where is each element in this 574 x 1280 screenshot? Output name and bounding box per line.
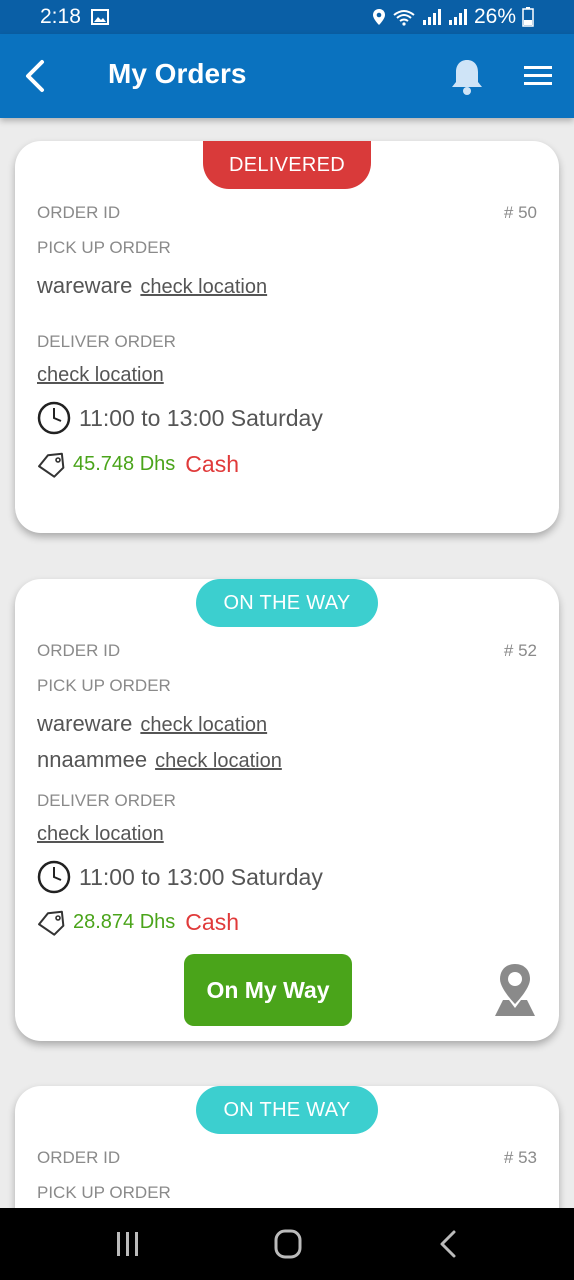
hamburger-icon[interactable] — [522, 60, 554, 92]
pickup-label: PICK UP ORDER — [37, 676, 171, 695]
order-card[interactable]: ON THE WAY ORDER ID # 52 PICK UP ORDER w… — [15, 579, 559, 1041]
check-location-link[interactable]: check location — [155, 750, 282, 773]
payment-method: Cash — [185, 909, 239, 935]
order-id-label: ORDER ID — [37, 1148, 121, 1167]
status-badge: ON THE WAY — [196, 1086, 378, 1134]
signal-icon — [422, 9, 441, 25]
price: 45.748 Dhs — [73, 453, 176, 475]
back-nav-icon[interactable] — [430, 1228, 470, 1260]
delivery-time: 11:00 to 13:00 Saturday — [79, 863, 323, 890]
pickup-name: nnaammee — [37, 747, 148, 772]
deliver-label: DELIVER ORDER — [37, 332, 176, 351]
page-title: My Orders — [108, 58, 247, 89]
signal-icon-2 — [448, 9, 467, 25]
price-tag-icon — [38, 910, 65, 936]
status-time: 2:18 — [40, 5, 81, 28]
deliver-label: DELIVER ORDER — [37, 791, 176, 810]
pickup-row: wareware check location — [37, 273, 267, 299]
image-notification-icon — [90, 9, 109, 25]
deliver-row: check location — [37, 823, 164, 846]
clock-icon — [37, 860, 71, 894]
app-bar: My Orders — [0, 34, 574, 118]
order-card[interactable]: ON THE WAY ORDER ID # 53 PICK UP ORDER — [15, 1086, 559, 1208]
status-bar: 2:18 26% — [0, 0, 574, 34]
status-badge: ON THE WAY — [196, 579, 378, 627]
time-row: 11:00 to 13:00 Saturday — [37, 401, 323, 435]
pickup-label: PICK UP ORDER — [37, 238, 171, 257]
back-icon[interactable] — [18, 56, 52, 96]
check-location-link[interactable]: check location — [140, 714, 267, 737]
battery-icon — [522, 7, 534, 27]
check-location-link[interactable]: check location — [37, 823, 164, 846]
bell-icon[interactable] — [448, 56, 486, 96]
check-location-link[interactable]: check location — [37, 364, 164, 387]
time-row: 11:00 to 13:00 Saturday — [37, 860, 323, 894]
pickup-name: wareware — [37, 711, 133, 736]
payment-method: Cash — [185, 451, 239, 477]
order-id-label: ORDER ID — [37, 203, 121, 222]
delivery-time: 11:00 to 13:00 Saturday — [79, 404, 323, 431]
order-card[interactable]: DELIVERED ORDER ID # 50 PICK UP ORDER wa… — [15, 141, 559, 533]
orders-list[interactable]: DELIVERED ORDER ID # 50 PICK UP ORDER wa… — [0, 118, 574, 1208]
pickup-label: PICK UP ORDER — [37, 1183, 171, 1202]
order-id-value: # 50 — [503, 203, 537, 222]
price-row: 28.874 Dhs Cash — [37, 909, 239, 936]
map-pin-icon[interactable] — [493, 962, 537, 1018]
status-badge: DELIVERED — [203, 141, 371, 189]
pickup-row: wareware check location — [37, 711, 267, 737]
pickup-row: nnaammee check location — [37, 747, 282, 773]
price: 28.874 Dhs — [73, 911, 176, 933]
wifi-icon — [393, 10, 415, 26]
check-location-link[interactable]: check location — [140, 276, 267, 299]
order-id-label: ORDER ID — [37, 641, 121, 660]
order-id-value: # 52 — [503, 641, 537, 660]
location-icon — [372, 9, 385, 25]
order-id-value: # 53 — [503, 1148, 537, 1167]
clock-icon — [37, 401, 71, 435]
deliver-row: check location — [37, 364, 164, 387]
home-icon[interactable] — [268, 1228, 308, 1260]
price-row: 45.748 Dhs Cash — [37, 451, 239, 478]
system-nav-bar — [0, 1208, 574, 1280]
pickup-name: wareware — [37, 273, 133, 298]
recent-apps-icon[interactable] — [108, 1228, 148, 1260]
battery-percent: 26% — [473, 5, 516, 28]
price-tag-icon — [38, 452, 65, 478]
on-my-way-button[interactable]: On My Way — [184, 954, 352, 1026]
